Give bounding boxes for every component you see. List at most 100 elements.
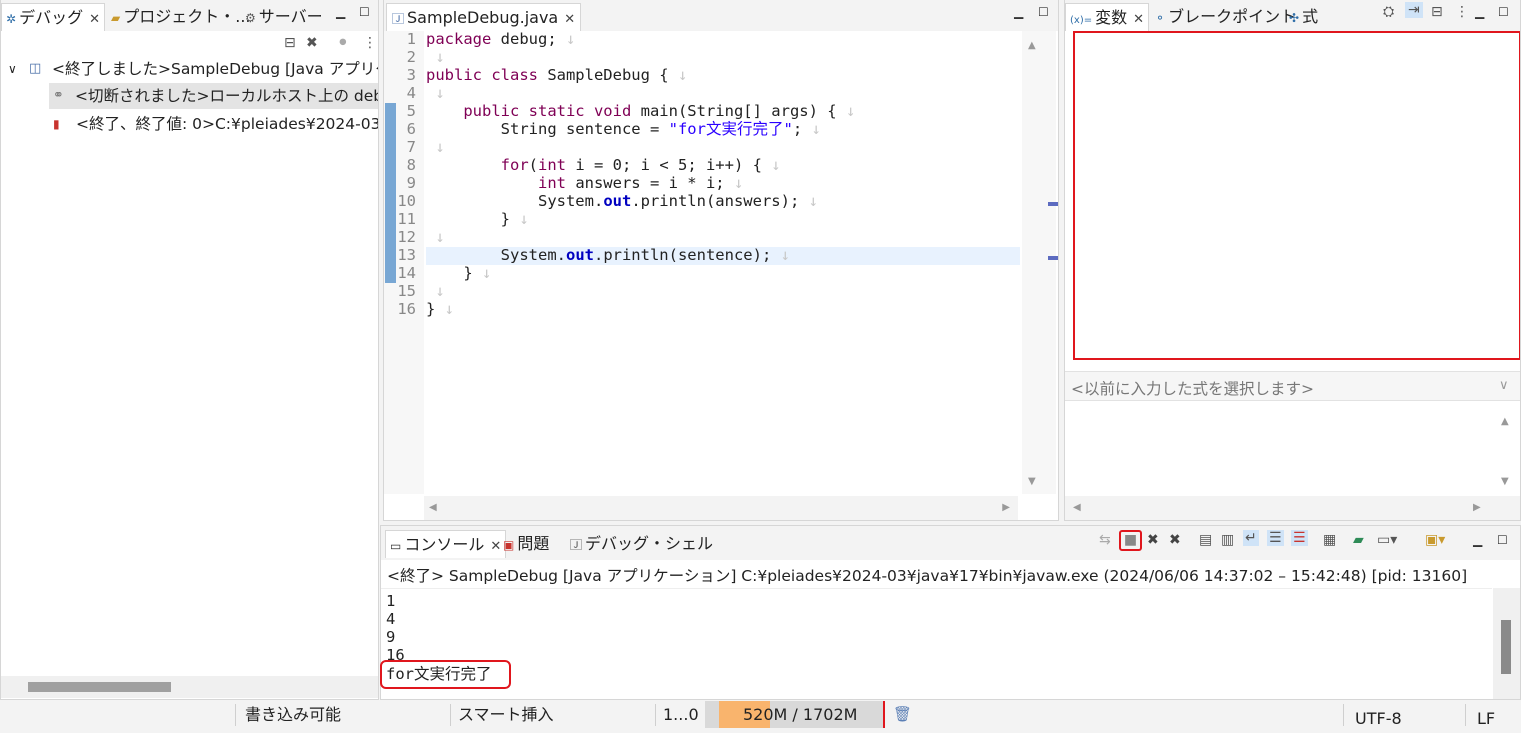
minimize-icon[interactable]: ▁ <box>336 5 345 19</box>
maximize-icon[interactable]: ☐ <box>1498 5 1509 19</box>
view-menu-icon[interactable]: ⋮ <box>1455 4 1469 20</box>
tab-debug[interactable]: ✲ デバッグ ✕ <box>1 3 105 31</box>
close-icon[interactable]: ✕ <box>490 539 501 554</box>
word-wrap-icon[interactable]: ↵ <box>1243 530 1259 546</box>
close-icon[interactable]: ✕ <box>1133 12 1144 27</box>
tab-debug-shell[interactable]: 🄹 デバッグ・シェル <box>570 530 713 558</box>
minimize-icon[interactable]: ▁ <box>1014 5 1023 19</box>
close-icon[interactable]: ✕ <box>89 12 100 27</box>
code-line[interactable]: 15 ↓ <box>384 282 1058 300</box>
console-output[interactable] <box>381 588 1492 699</box>
save-output-icon[interactable]: ▦ <box>1323 532 1336 548</box>
code-line[interactable]: 2 ↓ <box>384 48 1058 66</box>
console-output-line: for文実行完了 <box>386 665 492 683</box>
occurrence-marker <box>1048 202 1058 206</box>
scroll-right-icon[interactable]: ▶ <box>1002 502 1010 513</box>
tab-servers[interactable]: ⚙ サーバー <box>245 3 323 31</box>
java-file-icon: 🄹 <box>392 12 405 26</box>
close-icon[interactable]: ✕ <box>564 12 575 27</box>
scroll-right-icon[interactable]: ▶ <box>1473 502 1481 513</box>
code-text: String sentence = "for文実行完了"; ↓ <box>426 120 821 138</box>
show-logical-structure-icon[interactable]: ⇥ <box>1405 2 1423 18</box>
status-separator <box>235 704 236 726</box>
code-line[interactable]: 8 for(int i = 0; i < 5; i++) { ↓ <box>384 156 1058 174</box>
scrollbar-thumb[interactable] <box>28 682 171 692</box>
tree-item-process[interactable]: ▮ <終了、終了値: 0>C:¥pleiades¥2024-03 <box>1 111 378 137</box>
scroll-down-icon[interactable]: ▼ <box>1501 476 1509 487</box>
console-output-line: 4 <box>386 610 396 628</box>
collapse-all-icon[interactable]: ⊟ <box>284 35 296 51</box>
tab-console[interactable]: ▭ コンソール ✕ <box>385 530 507 558</box>
code-line[interactable]: 9 int answers = i * i; ↓ <box>384 174 1058 192</box>
trash-icon[interactable]: 🗑 <box>893 705 912 723</box>
status-writable: 書き込み可能 <box>245 705 342 724</box>
scroll-up-icon[interactable]: ▲ <box>1501 416 1509 427</box>
editor-horizontal-scrollbar[interactable]: ◀ ▶ <box>424 496 1018 520</box>
terminate-icon[interactable]: ■ <box>1119 530 1142 551</box>
details-horizontal-scrollbar[interactable]: ◀ ▶ <box>1065 496 1520 520</box>
maximize-icon[interactable]: ☐ <box>1497 533 1508 547</box>
pin-console-icon[interactable]: ▰ <box>1353 532 1364 548</box>
remove-all-terminated-icon[interactable]: ✖ <box>1169 532 1181 548</box>
expression-history-combo[interactable]: <以前に入力した式を選択します> ∨ <box>1065 371 1520 401</box>
code-text: public static void main(String[] args) {… <box>463 102 856 120</box>
scroll-lock-icon[interactable]: ▥ <box>1221 532 1234 548</box>
link-icon[interactable]: ⇆ <box>1099 532 1111 548</box>
minimize-icon[interactable]: ▁ <box>1475 5 1484 19</box>
console-vertical-scrollbar[interactable] <box>1493 588 1520 699</box>
variables-tabbar: (x)= 変数 ✕ ⚬ ブレークポイント ✣ 式 ⛭ ⇥ ⊟ ⋮ ▁ ☐ <box>1065 0 1520 31</box>
tab-expressions[interactable]: ✣ 式 <box>1289 3 1318 31</box>
chevron-down-icon[interactable]: ∨ <box>1499 378 1509 393</box>
open-console-icon[interactable]: ▣▾ <box>1425 532 1445 548</box>
tab-variables[interactable]: (x)= 変数 ✕ <box>1065 3 1150 31</box>
code-line[interactable]: 6 String sentence = "for文実行完了"; ↓ <box>384 120 1058 138</box>
show-type-names-icon[interactable]: ⛭ <box>1383 4 1394 20</box>
variables-view: (x)= 変数 ✕ ⚬ ブレークポイント ✣ 式 ⛭ ⇥ ⊟ ⋮ ▁ ☐ <以前に入力し… <box>1064 0 1521 521</box>
tab-problems[interactable]: ▣ 問題 <box>503 530 549 558</box>
code-line[interactable]: 11 } ↓ <box>384 210 1058 228</box>
code-line[interactable]: 3 public class SampleDebug { ↓ <box>384 66 1058 84</box>
display-console-icon[interactable]: ▭▾ <box>1377 532 1397 548</box>
scroll-down-icon[interactable]: ▼ <box>1028 476 1036 487</box>
clear-console-icon[interactable]: ▤ <box>1199 532 1212 548</box>
code-line[interactable]: 14 } ↓ <box>384 264 1058 282</box>
status-separator <box>450 704 451 726</box>
tree-item-launch[interactable]: ∨ ◫ <終了しました>SampleDebug [Java アプリケ <box>1 56 378 82</box>
horizontal-scrollbar[interactable] <box>1 676 378 698</box>
breakpoints-icon: ⚬ <box>1155 11 1166 25</box>
scroll-left-icon[interactable]: ◀ <box>429 502 437 513</box>
code-text: ↓ <box>426 228 445 246</box>
minimize-icon[interactable]: ▁ <box>1473 533 1482 547</box>
scroll-left-icon[interactable]: ◀ <box>1073 502 1081 513</box>
debug-options-icon[interactable]: ⚫ <box>337 35 349 51</box>
tab-breakpoints[interactable]: ⚬ ブレークポイント <box>1155 3 1296 31</box>
scroll-up-icon[interactable]: ▲ <box>1028 40 1036 51</box>
details-pane[interactable]: ▲ ▼ <box>1065 402 1520 495</box>
remove-launch-icon[interactable]: ✖ <box>1147 532 1159 548</box>
code-line[interactable]: 16} ↓ <box>384 300 1058 318</box>
code-line[interactable]: 4 ↓ <box>384 84 1058 102</box>
show-on-stderr-icon[interactable]: ☰ <box>1291 530 1308 546</box>
project-icon: ▰ <box>111 11 121 25</box>
chevron-down-icon[interactable]: ∨ <box>8 56 17 82</box>
code-line[interactable]: 13 System.out.println(sentence); ↓ <box>384 246 1058 264</box>
tree-item-thread[interactable]: ⚭ <切断されました>ローカルホスト上の debug <box>49 83 378 109</box>
tab-sampledebug-java[interactable]: 🄹 SampleDebug.java ✕ <box>386 3 582 31</box>
line-number: 3 <box>406 66 416 84</box>
heap-status[interactable]: 520M / 1702M <box>705 701 885 728</box>
show-on-stdout-icon[interactable]: ☰ <box>1267 530 1284 546</box>
variables-tree[interactable] <box>1073 31 1520 360</box>
maximize-icon[interactable]: ☐ <box>1038 5 1049 19</box>
code-line[interactable]: 7 ↓ <box>384 138 1058 156</box>
code-line[interactable]: 10 System.out.println(answers); ↓ <box>384 192 1058 210</box>
view-menu-icon[interactable]: ⋮ <box>363 35 377 51</box>
scrollbar-thumb[interactable] <box>1501 620 1511 674</box>
code-line[interactable]: 1 package debug; ↓ <box>384 30 1058 48</box>
status-separator <box>1343 704 1344 726</box>
tab-project-explorer[interactable]: ▰ プロジェクト・... <box>111 3 251 31</box>
remove-all-terminated-icon[interactable]: ✖ <box>306 35 318 51</box>
maximize-icon[interactable]: ☐ <box>359 5 370 19</box>
collapse-all-icon[interactable]: ⊟ <box>1431 4 1443 20</box>
code-line[interactable]: 5 public static void main(String[] args)… <box>384 102 1058 120</box>
code-line[interactable]: 12 ↓ <box>384 228 1058 246</box>
